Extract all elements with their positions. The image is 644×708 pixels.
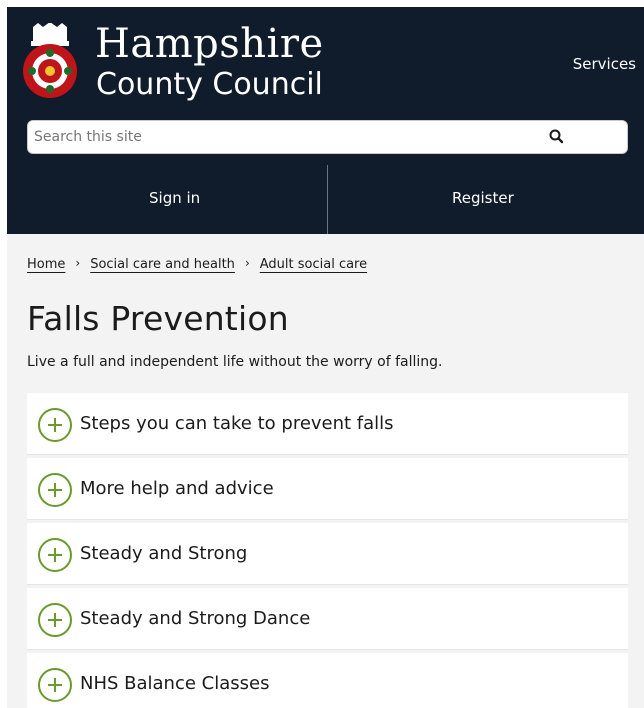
plus-circle-icon[interactable] xyxy=(38,408,72,442)
accordion-item[interactable]: Steady and Strong Dance xyxy=(27,588,628,650)
accordion-item[interactable]: Steps you can take to prevent falls xyxy=(27,393,628,455)
plus-circle-icon[interactable] xyxy=(38,538,72,572)
brand-name-line2[interactable]: County Council xyxy=(96,67,323,102)
breadcrumb: Home › Social care and health › Adult so… xyxy=(27,255,367,273)
county-crest-icon[interactable] xyxy=(21,23,79,101)
auth-divider xyxy=(327,165,328,234)
sign-in-link[interactable]: Sign in xyxy=(149,189,200,207)
accordion-item-label: Steps you can take to prevent falls xyxy=(80,413,394,434)
accordion-item-label: Steady and Strong Dance xyxy=(80,608,311,629)
plus-circle-icon[interactable] xyxy=(38,603,72,637)
breadcrumb-home[interactable]: Home xyxy=(27,257,65,272)
search-icon[interactable] xyxy=(547,127,567,147)
auth-bar: Sign in Register xyxy=(7,165,644,234)
chevron-right-icon: › xyxy=(244,255,250,270)
accordion: Steps you can take to prevent falls More… xyxy=(27,393,628,708)
register-link[interactable]: Register xyxy=(452,189,514,207)
services-link[interactable]: Services xyxy=(573,55,636,73)
plus-circle-icon[interactable] xyxy=(38,473,72,507)
accordion-item[interactable]: More help and advice xyxy=(27,458,628,520)
accordion-item[interactable]: Steady and Strong xyxy=(27,523,628,585)
accordion-item-label: Steady and Strong xyxy=(80,543,248,564)
page-intro: Live a full and independent life without… xyxy=(27,354,443,370)
accordion-item[interactable]: NHS Balance Classes xyxy=(27,653,628,708)
page-title: Falls Prevention xyxy=(27,299,289,338)
breadcrumb-adult-social-care[interactable]: Adult social care xyxy=(260,257,367,272)
accordion-item-label: NHS Balance Classes xyxy=(80,673,270,694)
brand-name-line1[interactable]: Hampshire xyxy=(95,21,324,67)
search-box xyxy=(27,120,628,154)
breadcrumb-social-care-and-health[interactable]: Social care and health xyxy=(90,257,235,272)
accordion-item-label: More help and advice xyxy=(80,478,274,499)
plus-circle-icon[interactable] xyxy=(38,668,72,702)
search-input[interactable] xyxy=(34,121,574,153)
site-header: Hampshire County Council Services Sign i… xyxy=(7,7,644,234)
chevron-right-icon: › xyxy=(75,255,81,270)
page: Hampshire County Council Services Sign i… xyxy=(7,7,644,708)
